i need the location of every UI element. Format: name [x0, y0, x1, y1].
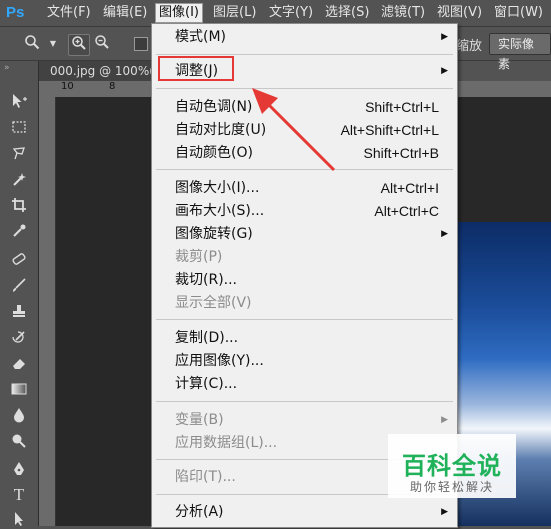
- watermark-title: 百科全说: [402, 452, 502, 480]
- watermark-subtitle: 助你轻松解决: [409, 480, 494, 494]
- watermark-badge: 百科全说 助你轻松解决: [388, 434, 516, 498]
